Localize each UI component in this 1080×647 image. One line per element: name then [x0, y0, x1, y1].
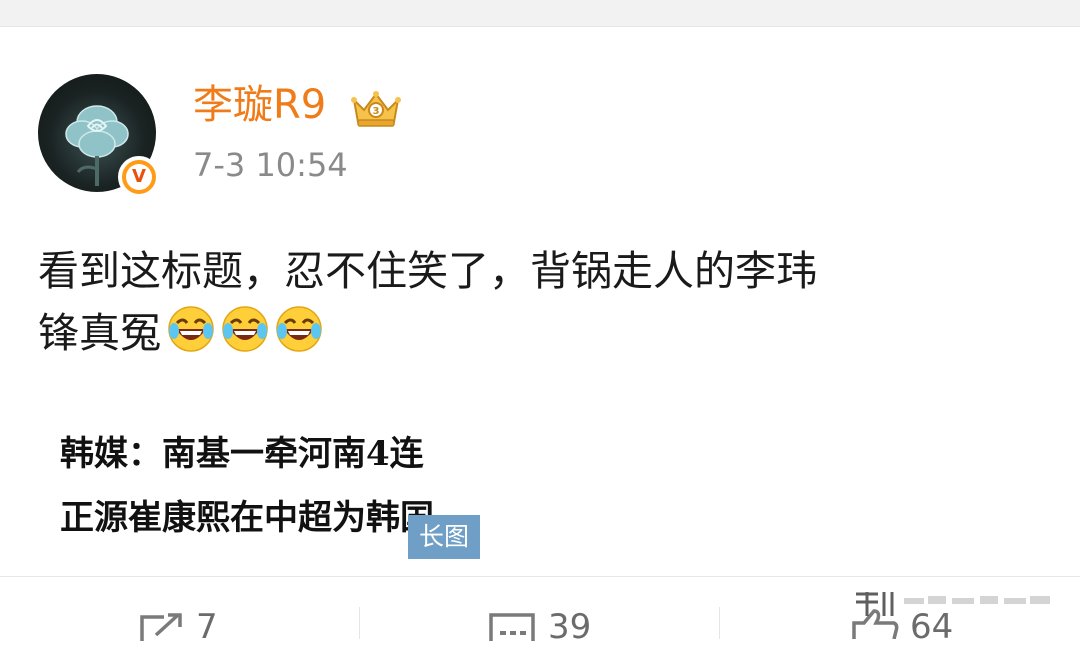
scribble-overlay	[856, 592, 1050, 616]
comment-button[interactable]: 39	[360, 577, 720, 647]
comment-icon	[489, 613, 535, 641]
post-text: 看到这标题，忍不住笑了，背锅走人的李玮 锋真冤	[38, 240, 1038, 364]
crown-icon[interactable]: 3	[348, 86, 404, 130]
comment-count: 39	[548, 607, 592, 647]
article-headline: 韩媒：南基一牵河南4连	[60, 434, 424, 474]
post-text-fragment: 锋真冤	[38, 309, 161, 357]
avatar[interactable]: V	[38, 74, 160, 198]
repost-count: 7	[196, 607, 218, 647]
post-text-line: 锋真冤	[38, 302, 1038, 364]
username[interactable]: 李璇R9	[193, 80, 326, 130]
post-timestamp: 7-3 10:54	[193, 146, 348, 184]
post-text-line: 看到这标题，忍不住笑了，背锅走人的李玮	[38, 247, 817, 295]
verified-badge-icon: V	[118, 156, 160, 198]
laugh-cry-emoji-icon	[276, 306, 322, 352]
article-headline: 正源崔康熙在中超为韩国	[60, 498, 434, 538]
laugh-cry-emoji-icon	[168, 306, 214, 352]
laugh-cry-emoji-icon	[222, 306, 268, 352]
top-strip	[0, 0, 1080, 27]
repost-button[interactable]: 7	[0, 577, 360, 647]
svg-text:3: 3	[373, 106, 380, 117]
repost-icon	[140, 613, 182, 641]
long-image-badge: 长图	[408, 515, 480, 559]
